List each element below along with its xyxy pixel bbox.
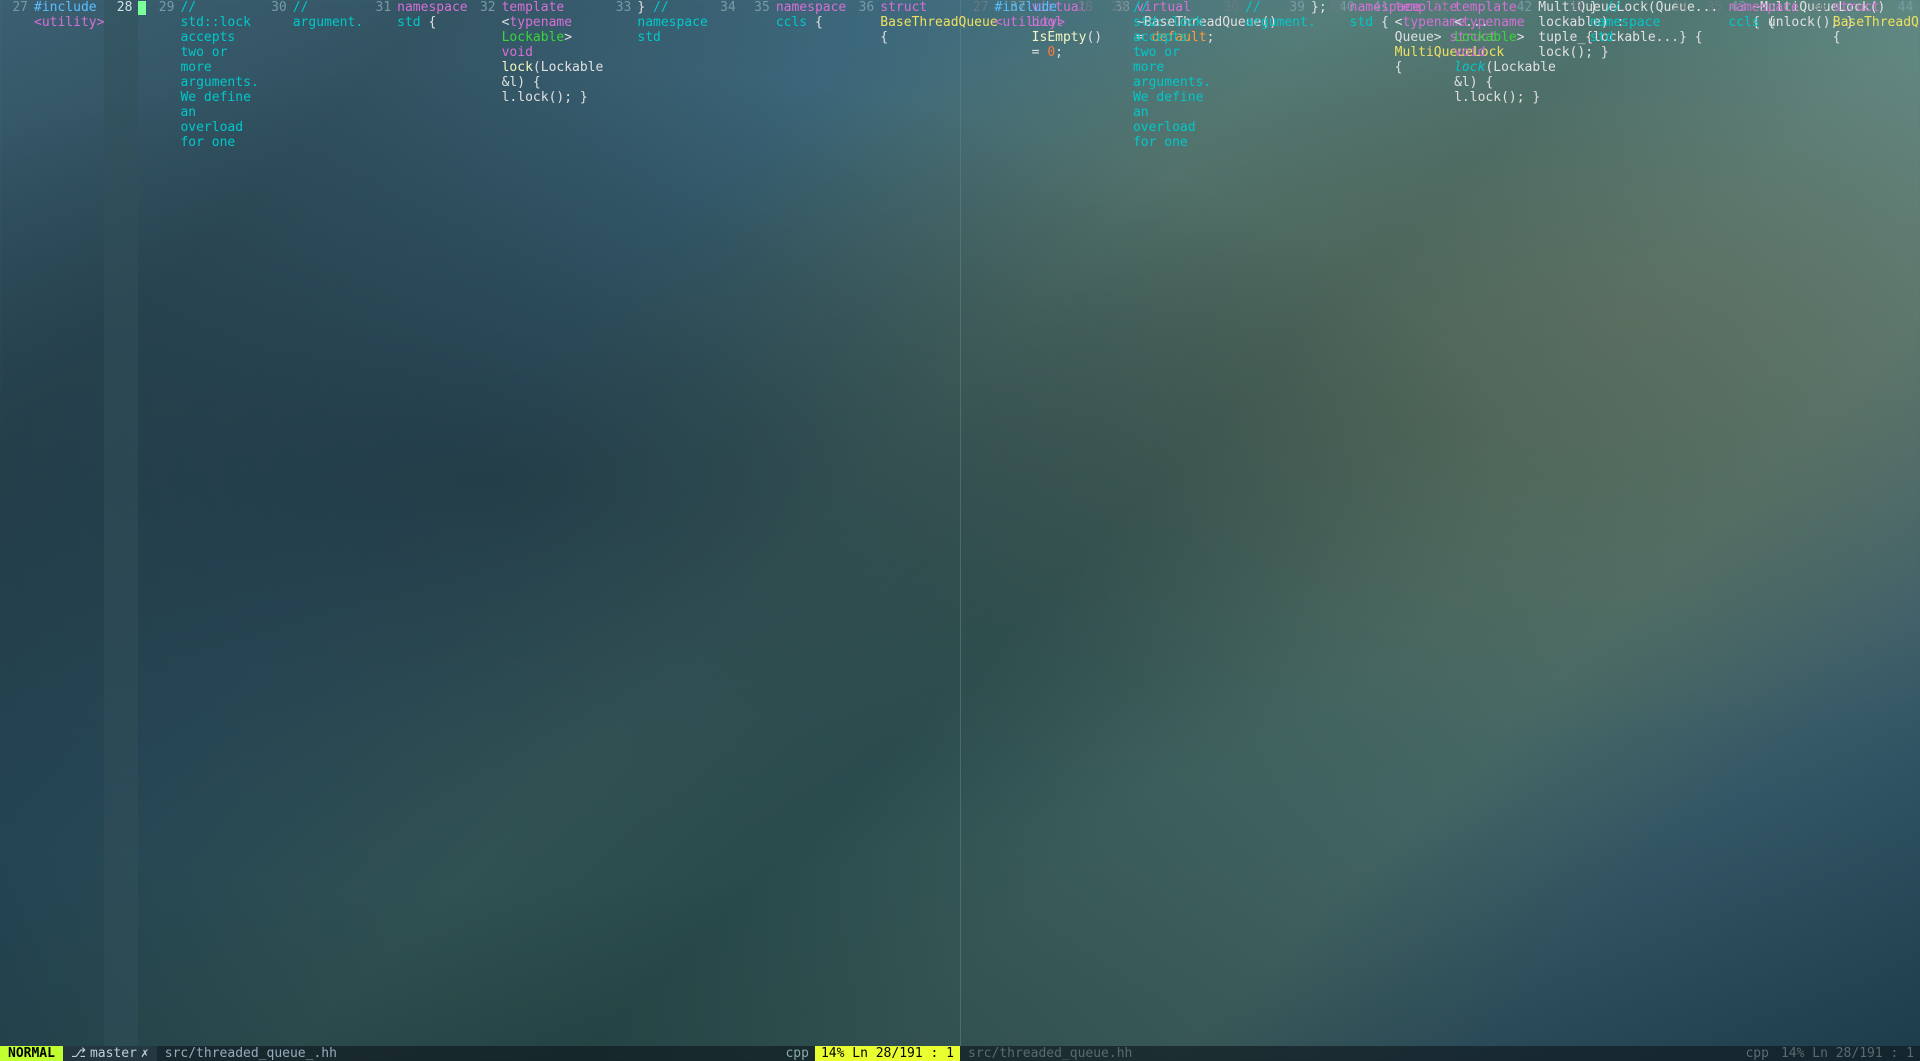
line-number: 31	[1316, 0, 1350, 1046]
code-line[interactable]: 35namespace ccls {	[742, 0, 846, 1046]
code-line[interactable]: 35namespace ccls {	[1694, 0, 1798, 1046]
line-text[interactable]: namespace std {	[397, 0, 467, 1046]
code-line[interactable]: 30// argument.	[1211, 0, 1315, 1046]
line-number: 34	[1660, 0, 1694, 1046]
code-line[interactable]: 34	[708, 0, 742, 1046]
code-line[interactable]: 33} // namespace std	[1556, 0, 1660, 1046]
line-text[interactable]: // argument.	[293, 0, 363, 1046]
line-number: 30	[259, 0, 293, 1046]
line-text[interactable]: template <typename Lockable> void lock(L…	[502, 0, 604, 1046]
line-text[interactable]: namespace std {	[1350, 0, 1420, 1046]
line-number: 29	[146, 0, 180, 1046]
branch-name: master	[90, 1046, 137, 1061]
line-number: 28	[104, 0, 138, 1046]
code-line[interactable]: 31namespace std {	[363, 0, 467, 1046]
line-number: 33	[603, 0, 637, 1046]
line-number: 32	[468, 0, 502, 1046]
line-text[interactable]: // std::lock accepts two or more argumen…	[180, 0, 258, 1046]
code-line[interactable]: 31namespace std {	[1316, 0, 1420, 1046]
line-text[interactable]: namespace ccls {	[1728, 0, 1798, 1046]
line-text[interactable]: } // namespace std	[637, 0, 707, 1046]
left-pane[interactable]: 27#include <utility>2829// std::lock acc…	[0, 0, 960, 1046]
line-text[interactable]: namespace ccls {	[776, 0, 846, 1046]
line-number: 36	[846, 0, 880, 1046]
position-indicator: 14% Ln 28/191 : 1	[1775, 1046, 1920, 1061]
code-line[interactable]: 29// std::lock accepts two or more argum…	[146, 0, 258, 1046]
line-number: 35	[742, 0, 776, 1046]
line-text[interactable]: template <typename Lockable> void lock(L…	[1454, 0, 1556, 1046]
line-text[interactable]: struct BaseThreadQueue {	[1833, 0, 1920, 1046]
line-number: 36	[1799, 0, 1833, 1046]
file-path: src/threaded_queue_.hh	[157, 1046, 780, 1061]
code-line[interactable]: 36struct BaseThreadQueue {	[1799, 0, 1920, 1046]
filetype: cpp	[1739, 1046, 1774, 1061]
line-text[interactable]: #include <utility>	[995, 0, 1065, 1046]
line-number: 35	[1694, 0, 1728, 1046]
code-line[interactable]: 27#include <utility>	[961, 0, 1065, 1046]
statusline-left: NORMAL ⎇ master ✗ src/threaded_queue_.hh…	[0, 1046, 960, 1061]
line-text[interactable]: // std::lock accepts two or more argumen…	[1133, 0, 1211, 1046]
line-number: 32	[1420, 0, 1454, 1046]
branch-icon: ⎇	[71, 1046, 86, 1061]
editor-viewport[interactable]: 27#include <utility>2829// std::lock acc…	[0, 0, 1920, 1046]
code-line[interactable]: 28	[1065, 0, 1099, 1046]
line-text[interactable]: // argument.	[1245, 0, 1315, 1046]
line-number: 27	[961, 0, 995, 1046]
code-line[interactable]: 27#include <utility>	[0, 0, 104, 1046]
filetype: cpp	[779, 1046, 814, 1061]
line-text[interactable]: } // namespace std	[1590, 0, 1660, 1046]
code-line[interactable]: 32template <typename Lockable> void lock…	[1420, 0, 1556, 1046]
status-bar: NORMAL ⎇ master ✗ src/threaded_queue_.hh…	[0, 1046, 1920, 1061]
line-number: 33	[1556, 0, 1590, 1046]
right-pane[interactable]: 27#include <utility>28 29// std::lock ac…	[961, 0, 1920, 1046]
line-number: 28	[1065, 0, 1099, 1046]
code-line[interactable]: 34	[1660, 0, 1694, 1046]
file-path: src/threaded_queue.hh	[960, 1046, 1739, 1061]
git-branch: ⎇ master ✗	[63, 1046, 157, 1061]
code-line[interactable]: 33} // namespace std	[603, 0, 707, 1046]
dirty-icon: ✗	[141, 1046, 149, 1061]
code-line[interactable]: 32template <typename Lockable> void lock…	[468, 0, 604, 1046]
mode-indicator: NORMAL	[0, 1046, 63, 1061]
code-line[interactable]: 30// argument.	[259, 0, 363, 1046]
code-line[interactable]: 28	[104, 0, 146, 1046]
line-number: 34	[708, 0, 742, 1046]
line-number: 30	[1211, 0, 1245, 1046]
cursor	[138, 1, 146, 15]
line-text[interactable]: #include <utility>	[34, 0, 104, 1046]
position-indicator: 14% Ln 28/191 : 1	[815, 1046, 960, 1061]
line-text[interactable]	[138, 0, 146, 1046]
code-line[interactable]: 29// std::lock accepts two or more argum…	[1099, 0, 1211, 1046]
line-number: 27	[0, 0, 34, 1046]
statusline-right: src/threaded_queue.hh cpp 14% Ln 28/191 …	[960, 1046, 1920, 1061]
line-number: 31	[363, 0, 397, 1046]
line-number: 29	[1099, 0, 1133, 1046]
